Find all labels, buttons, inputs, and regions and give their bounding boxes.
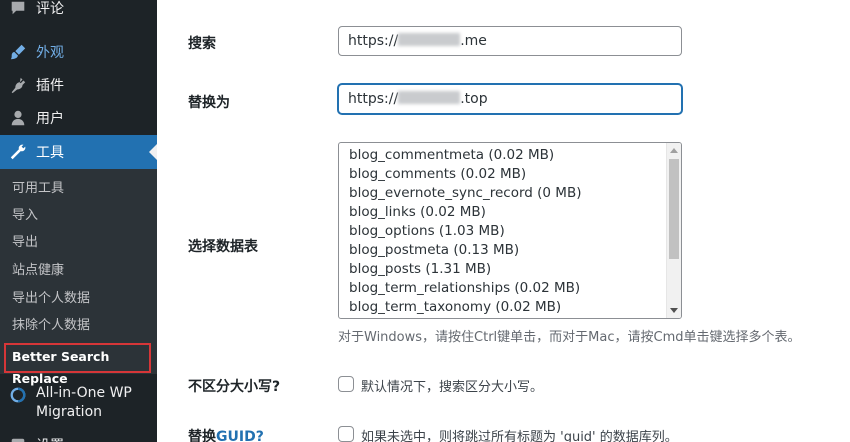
menu-item-appearance[interactable]: 外观 (0, 35, 157, 69)
redacted-mask (398, 33, 461, 46)
submenu-import[interactable]: 导入 (12, 205, 38, 227)
table-option[interactable]: blog_evernote_sync_record (0 MB) (349, 184, 581, 203)
table-option[interactable]: blog_term_taxonomy (0.02 MB) (349, 298, 561, 317)
menu-item-tools[interactable]: 工具 (0, 135, 157, 169)
replace-value-prefix: https:// (348, 91, 399, 107)
table-option[interactable]: blog_comments (0.02 MB) (349, 165, 526, 184)
guid-question-mark[interactable]: ? (256, 429, 264, 442)
table-option[interactable]: blog_term_relationships (0.02 MB) (349, 279, 580, 298)
highlight-box (4, 343, 151, 373)
scroll-thumb[interactable] (669, 159, 679, 259)
search-value-suffix: .me (460, 33, 487, 49)
replace-guid-help: 如果未选中，则将跳过所有标题为 'guid' 的数据库列。 (361, 430, 678, 442)
menu-label-comments: 评论 (36, 1, 64, 17)
table-option[interactable]: blog_links (0.02 MB) (349, 203, 486, 222)
submenu-site-health[interactable]: 站点健康 (12, 260, 64, 282)
case-insensitive-label: 不区分大小写? (188, 379, 281, 395)
search-value-prefix: https:// (348, 33, 399, 49)
table-option[interactable]: blog_postmeta (0.13 MB) (349, 241, 519, 260)
menu-label-settings: 设置 (36, 435, 64, 442)
settings-icon (0, 436, 36, 442)
case-insensitive-help: 默认情况下，搜索区分大小写。 (361, 380, 544, 395)
guid-help-link[interactable]: GUID (216, 429, 256, 442)
menu-item-settings[interactable]: 设置 (0, 428, 157, 442)
brush-icon (0, 43, 36, 61)
migration-icon (0, 380, 36, 404)
scroll-up-arrow-icon[interactable] (670, 148, 678, 153)
menu-item-all-in-one-migration[interactable]: All-in-One WP Migration (0, 380, 157, 428)
table-option[interactable]: blog_posts (1.31 MB) (349, 260, 491, 279)
menu-label-plugins: 插件 (36, 78, 64, 94)
scroll-down-arrow-icon[interactable] (670, 308, 678, 313)
menu-item-plugins[interactable]: 插件 (0, 68, 157, 102)
replace-guid-label: 替换GUID? (188, 426, 264, 442)
submenu-available-tools[interactable]: 可用工具 (12, 178, 64, 200)
table-option[interactable]: blog_options (1.03 MB) (349, 222, 505, 241)
menu-item-comments[interactable]: 评论 (0, 0, 157, 25)
case-insensitive-checkbox[interactable] (338, 376, 354, 392)
menu-label-appearance: 外观 (36, 45, 64, 61)
guid-label-prefix: 替换 (188, 429, 216, 442)
tables-help-text: 对于Windows，请按住Ctrl键单击，而对于Mac，请按Cmd单击键选择多个… (338, 330, 801, 345)
tables-scrollbar[interactable] (666, 143, 681, 318)
submenu-export[interactable]: 导出 (12, 232, 38, 254)
user-icon (0, 109, 36, 127)
search-label: 搜索 (188, 36, 216, 52)
search-input[interactable]: https:// .me (338, 26, 682, 56)
table-option[interactable]: blog_commentmeta (0.02 MB) (349, 146, 554, 165)
main-content: 搜索 https:// .me 替换为 https:// .top 选择数据表 bl… (157, 0, 850, 442)
tables-select[interactable]: blog_commentmeta (0.02 MB) blog_comments… (338, 142, 682, 319)
aio-line1: All-in-One WP (36, 385, 132, 401)
menu-label-aio: All-in-One WP Migration (36, 380, 132, 422)
admin-sidebar: 评论 外观 插件 用户 工具 可用工具 导入 导出 站点健康 导出个人数据 抹除… (0, 0, 157, 442)
replace-value-suffix: .top (460, 91, 488, 107)
submenu-export-personal-data[interactable]: 导出个人数据 (12, 288, 90, 310)
wrench-icon (0, 143, 36, 161)
menu-item-users[interactable]: 用户 (0, 101, 157, 135)
replace-guid-checkbox[interactable] (338, 426, 354, 442)
tables-label: 选择数据表 (188, 239, 258, 255)
replace-label: 替换为 (188, 95, 230, 111)
menu-label-tools: 工具 (36, 145, 64, 161)
redacted-mask (398, 91, 461, 104)
menu-label-users: 用户 (36, 111, 64, 127)
plugin-icon (0, 76, 36, 94)
replace-input[interactable]: https:// .top (338, 84, 682, 114)
aio-line2: Migration (36, 404, 103, 420)
comment-icon (0, 0, 36, 17)
submenu-erase-personal-data[interactable]: 抹除个人数据 (12, 315, 90, 337)
